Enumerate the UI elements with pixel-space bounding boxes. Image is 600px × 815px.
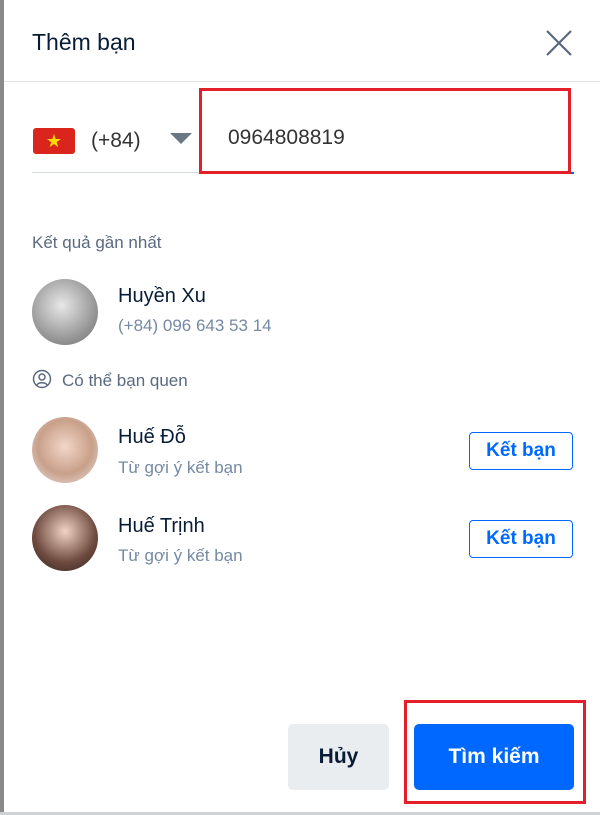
suggestion-name[interactable]: Huế Đỗ	[118, 426, 186, 449]
recent-heading: Kết quả gần nhất	[32, 233, 162, 252]
country-code[interactable]: (+84)	[91, 129, 141, 153]
avatar[interactable]	[32, 417, 98, 483]
suggestion-source: Từ gợi ý kết bạn	[118, 458, 243, 477]
input-underline	[32, 172, 200, 173]
close-button[interactable]	[544, 28, 574, 58]
close-icon	[546, 30, 572, 56]
contact-name[interactable]: Huyền Xu	[118, 285, 206, 308]
contact-phone: (+84) 096 643 53 14	[118, 316, 272, 335]
add-friend-button[interactable]: Kết bạn	[469, 432, 573, 470]
suggestions-heading: Có thể bạn quen	[62, 371, 188, 390]
highlight-box-search	[404, 700, 586, 804]
add-friend-button[interactable]: Kết bạn	[469, 520, 573, 558]
suggestion-name[interactable]: Huế Trịnh	[118, 515, 205, 538]
avatar[interactable]	[32, 279, 98, 345]
suggestion-source: Từ gợi ý kết bạn	[118, 546, 243, 565]
vietnam-flag-icon[interactable]: ★	[33, 128, 75, 154]
window-edge	[0, 0, 4, 815]
header-divider	[4, 81, 600, 82]
user-circle-icon	[32, 369, 52, 389]
avatar[interactable]	[32, 505, 98, 571]
dialog-title: Thêm bạn	[32, 29, 136, 55]
cancel-button[interactable]: Hủy	[288, 724, 389, 790]
caret-down-icon[interactable]	[170, 133, 192, 144]
highlight-box-phone	[199, 88, 571, 174]
